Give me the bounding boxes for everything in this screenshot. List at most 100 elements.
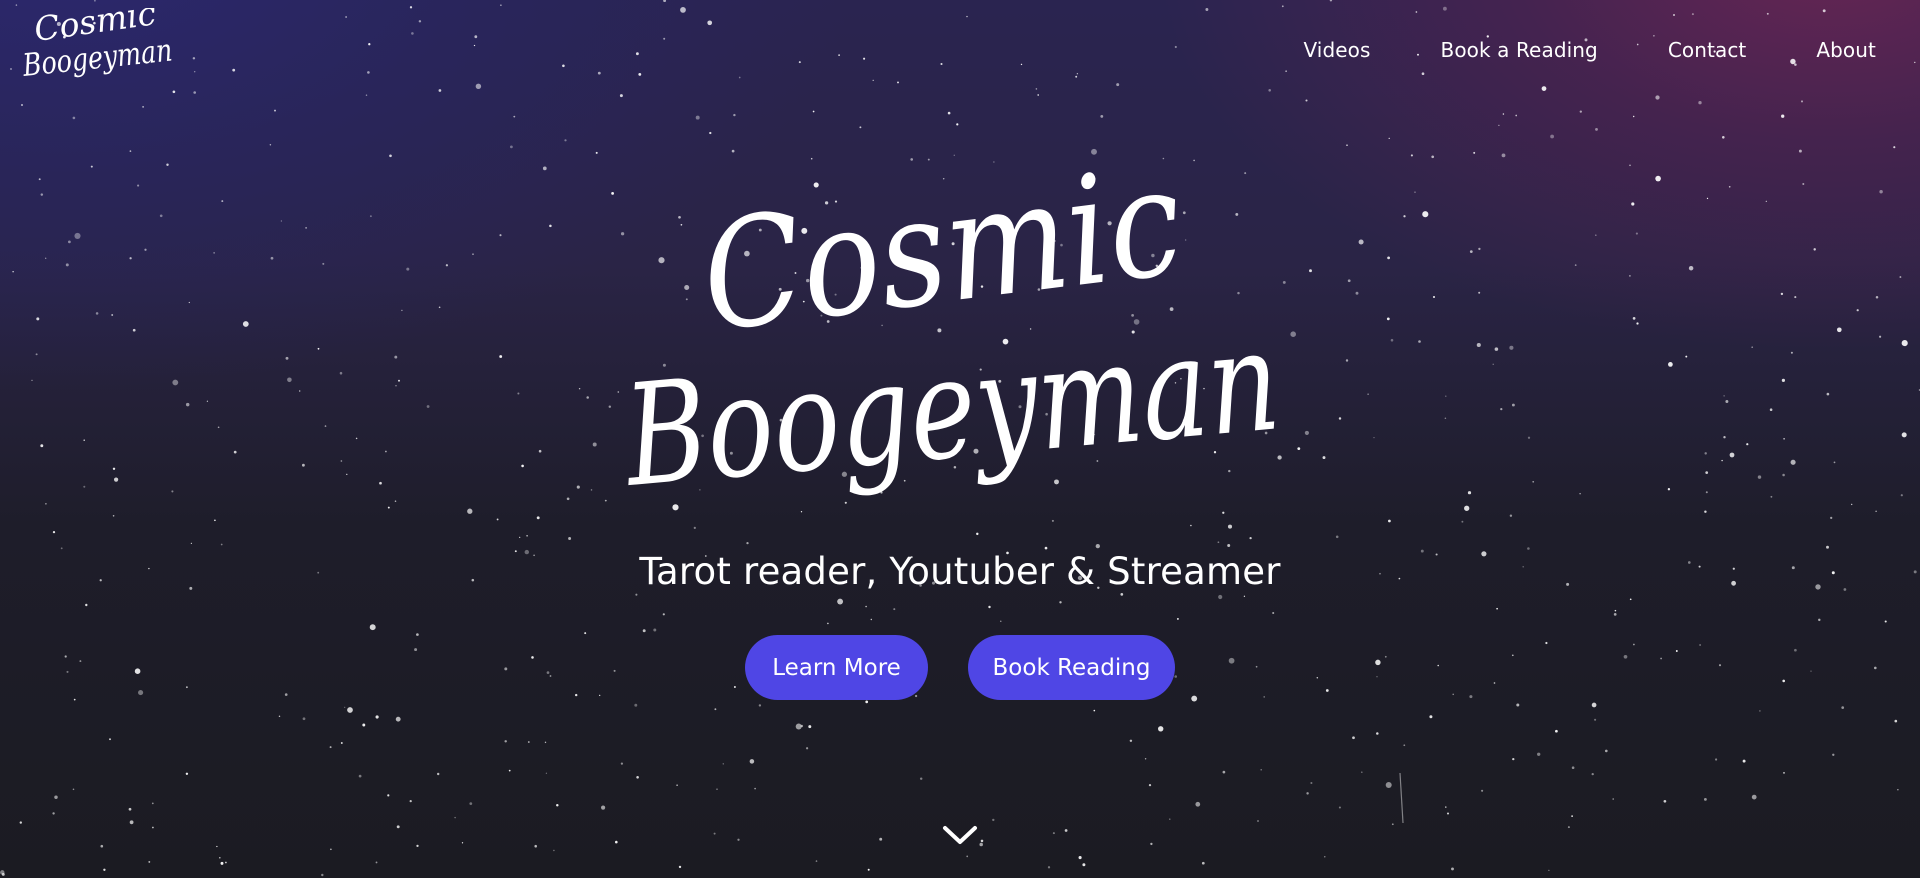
star <box>1148 783 1152 787</box>
star <box>369 215 372 218</box>
star <box>1783 437 1785 440</box>
star <box>65 263 69 267</box>
star <box>1373 437 1375 439</box>
star <box>148 860 151 863</box>
star <box>504 667 508 671</box>
star <box>966 855 969 858</box>
star <box>188 301 190 304</box>
star <box>992 818 995 822</box>
star <box>1723 436 1726 439</box>
star <box>1469 695 1473 699</box>
star <box>1629 164 1631 167</box>
star <box>1451 867 1454 871</box>
star <box>1174 675 1177 678</box>
star <box>1120 593 1124 596</box>
star <box>159 214 163 218</box>
star <box>531 656 534 659</box>
star <box>1879 189 1883 194</box>
star <box>1770 495 1773 498</box>
star <box>1723 395 1725 397</box>
star <box>1604 749 1608 753</box>
star <box>1851 503 1853 506</box>
star <box>653 628 657 632</box>
star <box>1591 772 1594 776</box>
star <box>1759 710 1761 712</box>
star <box>731 149 735 153</box>
star <box>1818 618 1821 622</box>
star <box>1660 657 1662 660</box>
star <box>1325 689 1329 692</box>
star <box>1335 535 1339 539</box>
star <box>1227 524 1233 529</box>
star <box>394 500 397 502</box>
star <box>321 873 324 877</box>
star <box>865 700 869 704</box>
star <box>398 379 400 382</box>
star <box>85 603 88 607</box>
hero-tagline: Tarot reader, Youtuber & Streamer <box>639 550 1281 593</box>
star <box>220 543 223 546</box>
star <box>269 144 272 146</box>
star <box>52 812 55 815</box>
star <box>1502 113 1505 115</box>
star <box>454 816 456 819</box>
star <box>556 804 559 807</box>
star <box>1222 770 1226 774</box>
star <box>1555 729 1558 733</box>
star <box>1444 417 1447 420</box>
star <box>270 256 274 260</box>
star <box>1431 155 1435 159</box>
star <box>185 402 190 407</box>
star <box>1193 159 1195 162</box>
star <box>38 178 41 181</box>
star <box>1832 753 1835 756</box>
learn-more-button[interactable]: Learn More <box>745 635 928 700</box>
star <box>395 385 397 387</box>
star <box>1064 829 1068 832</box>
star <box>129 257 132 260</box>
star <box>1698 101 1702 105</box>
star <box>1095 543 1100 549</box>
star <box>1422 211 1429 218</box>
star <box>1527 436 1531 439</box>
star <box>566 497 570 501</box>
chevron-down-icon[interactable] <box>940 822 980 850</box>
nav-book-a-reading[interactable]: Book a Reading <box>1441 38 1598 62</box>
star <box>1338 806 1341 809</box>
star <box>35 353 38 356</box>
star <box>953 154 955 156</box>
star <box>1591 702 1597 708</box>
star <box>1595 127 1598 131</box>
star <box>1509 345 1514 350</box>
star <box>1403 744 1406 747</box>
star <box>693 526 696 530</box>
star <box>395 716 401 722</box>
star <box>111 314 114 316</box>
star <box>1338 417 1342 420</box>
star <box>128 807 132 811</box>
star <box>1899 276 1902 278</box>
star <box>137 184 140 187</box>
star <box>302 717 306 721</box>
book-reading-button[interactable]: Book Reading <box>968 635 1175 700</box>
star <box>1345 359 1349 362</box>
star <box>1464 505 1470 511</box>
star <box>60 547 63 550</box>
star <box>713 832 716 835</box>
star <box>575 693 578 697</box>
star <box>601 805 606 810</box>
nav-about[interactable]: About <box>1816 38 1876 62</box>
nav-videos[interactable]: Videos <box>1303 38 1370 62</box>
star <box>1655 175 1661 182</box>
star <box>678 865 682 869</box>
star <box>1515 114 1518 117</box>
nav-contact[interactable]: Contact <box>1668 38 1747 62</box>
main-nav: Videos Book a Reading Contact About <box>1303 38 1876 62</box>
star <box>584 632 587 635</box>
star <box>746 541 749 545</box>
star <box>1059 601 1062 604</box>
star <box>389 154 392 158</box>
star <box>1347 279 1351 283</box>
star <box>988 605 991 609</box>
site-logo[interactable]: Cosmic Boogeyman <box>22 8 182 90</box>
